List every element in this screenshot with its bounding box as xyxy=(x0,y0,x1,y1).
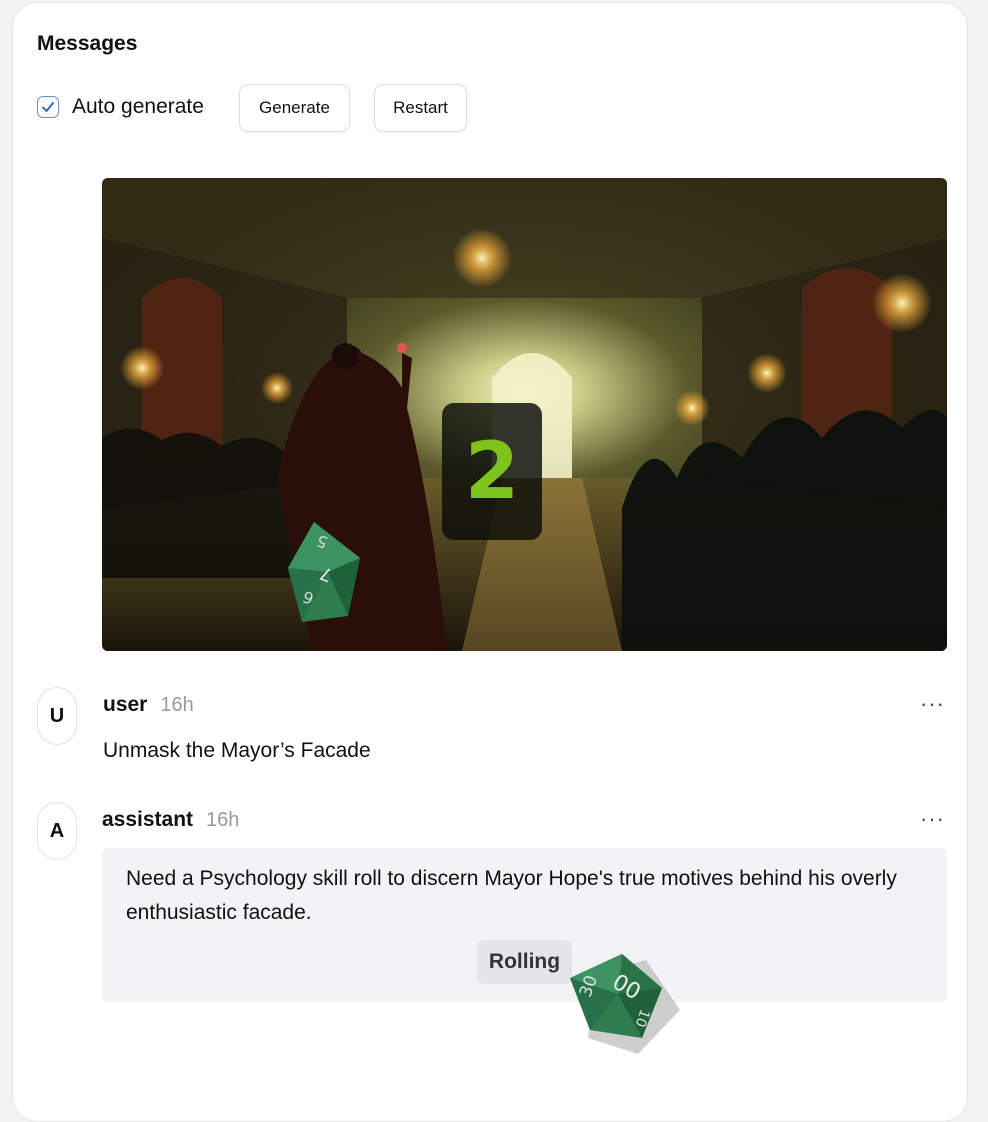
message-time: 16h xyxy=(160,694,194,716)
message-author: assistant xyxy=(102,808,194,831)
restart-button[interactable]: Restart xyxy=(374,84,467,132)
generate-button[interactable]: Generate xyxy=(239,84,350,132)
auto-generate-checkbox[interactable] xyxy=(37,96,59,118)
user-message-text: Unmask the Mayor’s Facade xyxy=(103,739,371,762)
user-avatar: U xyxy=(37,687,77,745)
d10-die-icon: 5 7 6 xyxy=(288,522,360,622)
more-options-button[interactable]: ··· xyxy=(920,808,945,830)
check-icon xyxy=(42,102,54,112)
auto-generate-toggle[interactable]: Auto generate xyxy=(37,95,204,119)
assistant-message-header: assistant 16h xyxy=(102,808,239,832)
panel-title: Messages xyxy=(37,32,138,55)
more-options-button[interactable]: ··· xyxy=(920,693,945,715)
d10-die-icon: 30 00 10 xyxy=(570,954,680,1054)
assistant-message-bubble: Need a Psychology skill roll to discern … xyxy=(102,848,947,1002)
user-message-header: user 16h xyxy=(103,693,194,717)
auto-generate-label: Auto generate xyxy=(72,95,204,118)
roll-result-value: 2 xyxy=(464,426,520,517)
message-author: user xyxy=(103,693,148,716)
scene-image: 2 5 7 6 xyxy=(102,178,947,651)
messages-panel: Messages Auto generate Generate Restart xyxy=(12,2,968,1122)
message-time: 16h xyxy=(206,809,240,831)
assistant-avatar: A xyxy=(37,802,77,860)
assistant-message-text: Need a Psychology skill roll to discern … xyxy=(126,867,897,924)
roll-result-badge: 2 xyxy=(442,403,542,540)
rolling-status-badge: Rolling xyxy=(477,940,572,984)
